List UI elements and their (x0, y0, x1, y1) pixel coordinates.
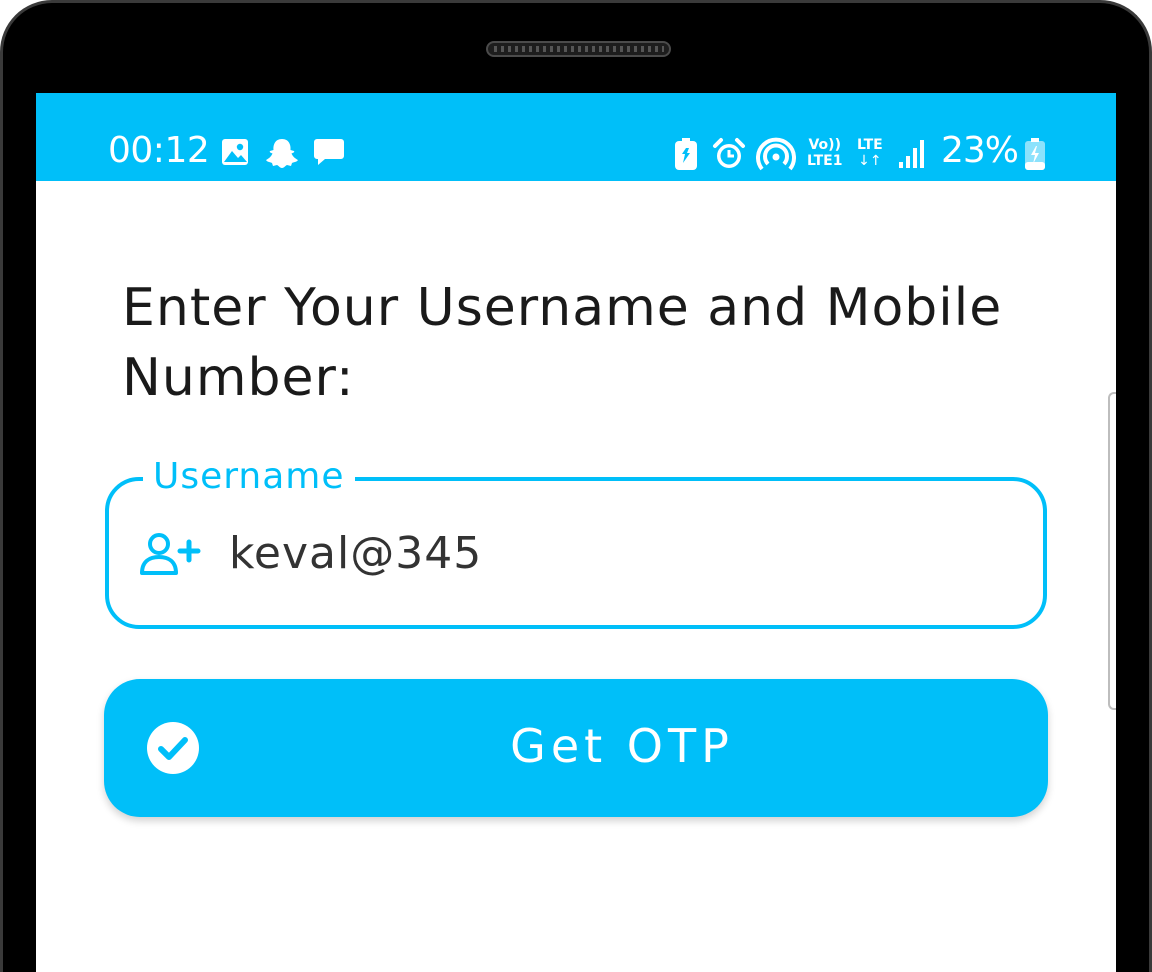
phone-screen: 00:12 Vo)) LTE1 LTE ↓↑ 23% Enter Your Us… (36, 93, 1116, 972)
side-edge-handle[interactable] (1108, 392, 1116, 710)
get-otp-button[interactable]: Get OTP (104, 679, 1048, 817)
battery-saver-icon (674, 137, 698, 175)
battery-percent: 23% (941, 130, 1019, 171)
message-icon (313, 137, 345, 171)
volte-indicator: Vo)) LTE1 (807, 137, 843, 169)
phone-speaker (486, 41, 671, 57)
lte-indicator: LTE ↓↑ (857, 137, 883, 169)
snapchat-icon (264, 137, 300, 173)
username-label: Username (143, 455, 355, 499)
gallery-icon (220, 137, 250, 171)
alarm-icon (712, 137, 746, 175)
username-field[interactable]: Username (105, 455, 1047, 629)
hotspot-icon (756, 137, 796, 175)
status-bar: 00:12 Vo)) LTE1 LTE ↓↑ 23% (36, 93, 1116, 181)
status-time: 00:12 (108, 130, 210, 171)
username-input[interactable] (229, 521, 1009, 585)
add-user-icon (139, 531, 201, 581)
battery-charging-icon (1024, 137, 1046, 175)
signal-icon (898, 137, 928, 173)
get-otp-label: Get OTP (510, 719, 734, 773)
page-heading: Enter Your Username and Mobile Number: (122, 278, 1003, 408)
